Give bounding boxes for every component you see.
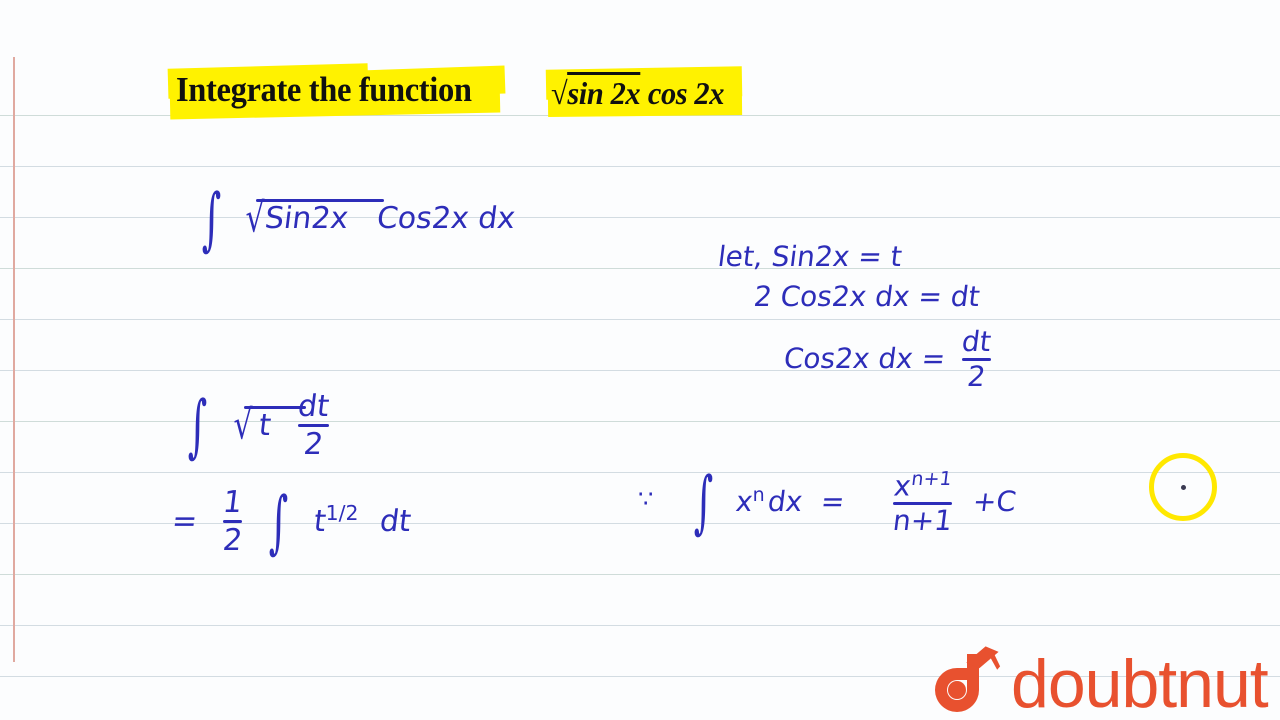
handwritten-substitution-step3: Cos2x dx = dt 2 [781,325,994,393]
doubtnut-wordmark: doubtnut [1011,646,1269,720]
sqrt-group: √Sin2x [242,195,385,242]
fraction-one-half: 1 2 [220,485,245,558]
rule-line [0,574,1280,575]
fraction-numerator: xn+1 [891,468,954,502]
handwritten-step-power-form: = 1 2 ∫ t1/2 dt [169,483,413,562]
rule-line [0,217,1280,218]
notebook-page: Integrate the function √sin 2x cos 2x ∫ √… [0,0,1280,720]
exponent-one-half: 1/2 [325,500,359,525]
rule-line [0,319,1280,320]
radicand-sin2x: sin 2x [567,72,641,112]
integral-sign: ∫ [693,463,714,543]
fraction-denominator: 2 [220,522,244,558]
integrand-x: x [734,485,755,519]
vinculum-bar [256,199,385,202]
question-header: Integrate the function √sin 2x cos 2x [0,62,1280,124]
fraction-dt-over-2: dt 2 [295,389,331,462]
radical-sign: √ [551,75,568,111]
handwritten-step-integral-original: ∫ √Sin2x Cos2x dx [200,180,518,259]
step3-lhs: Cos2x dx = [781,342,948,376]
fraction-numerator: dt [960,325,994,358]
differential-dt: dt [377,503,413,539]
equals-sign: = [818,485,847,519]
margin-line [13,57,15,662]
differential-dx: dx [765,485,805,519]
sqrt-group: √ t [230,402,307,449]
radicand-t: t [256,407,273,443]
handwritten-step-integral-substituted: ∫ √ t dt 2 [186,387,331,466]
formula-tail: cos 2x [647,75,725,111]
integral-sign: ∫ [201,179,222,260]
fraction-denominator: 2 [965,359,988,393]
fraction-numerator: dt [295,389,331,424]
equals-sign: = [169,503,200,539]
handwritten-power-rule-note: ∵ ∫ xndx = xn+1 n+1 +C [638,463,1019,542]
fraction-power-rule: xn+1 n+1 [891,468,955,537]
exponent-n: n [752,484,765,507]
cursor-pointer-dot [1181,485,1186,490]
handwritten-substitution-step1: let, Sin2x = t [715,240,904,273]
exponent-denominator: 2 [345,500,359,525]
handwritten-substitution-step2: 2 Cos2x dx = dt [751,280,982,313]
radicand-sin2x: Sin2x [262,201,350,236]
question-formula: √sin 2x cos 2x [551,72,724,112]
integral-sign: ∫ [269,482,289,562]
fraction-numerator: 1 [220,485,245,520]
base-t: t [311,503,328,539]
doubtnut-logo: doubtnut [925,640,1269,720]
numerator-exponent: n+1 [910,468,954,490]
because-symbol: ∵ [638,485,654,514]
integral-sign: ∫ [187,386,208,466]
rule-line [0,625,1280,626]
rule-line [0,166,1280,167]
doubtnut-logo-mark-icon [925,644,1003,716]
constant-of-integration: +C [971,485,1019,519]
question-label: Integrate the function [176,70,472,109]
fraction-dt-over-2: dt 2 [960,325,994,393]
fraction-denominator: 2 [301,426,326,462]
rule-line [0,370,1280,371]
cos2x-dx-term: Cos2x dx [375,201,518,236]
fraction-denominator: n+1 [891,503,955,537]
rule-line [0,268,1280,269]
